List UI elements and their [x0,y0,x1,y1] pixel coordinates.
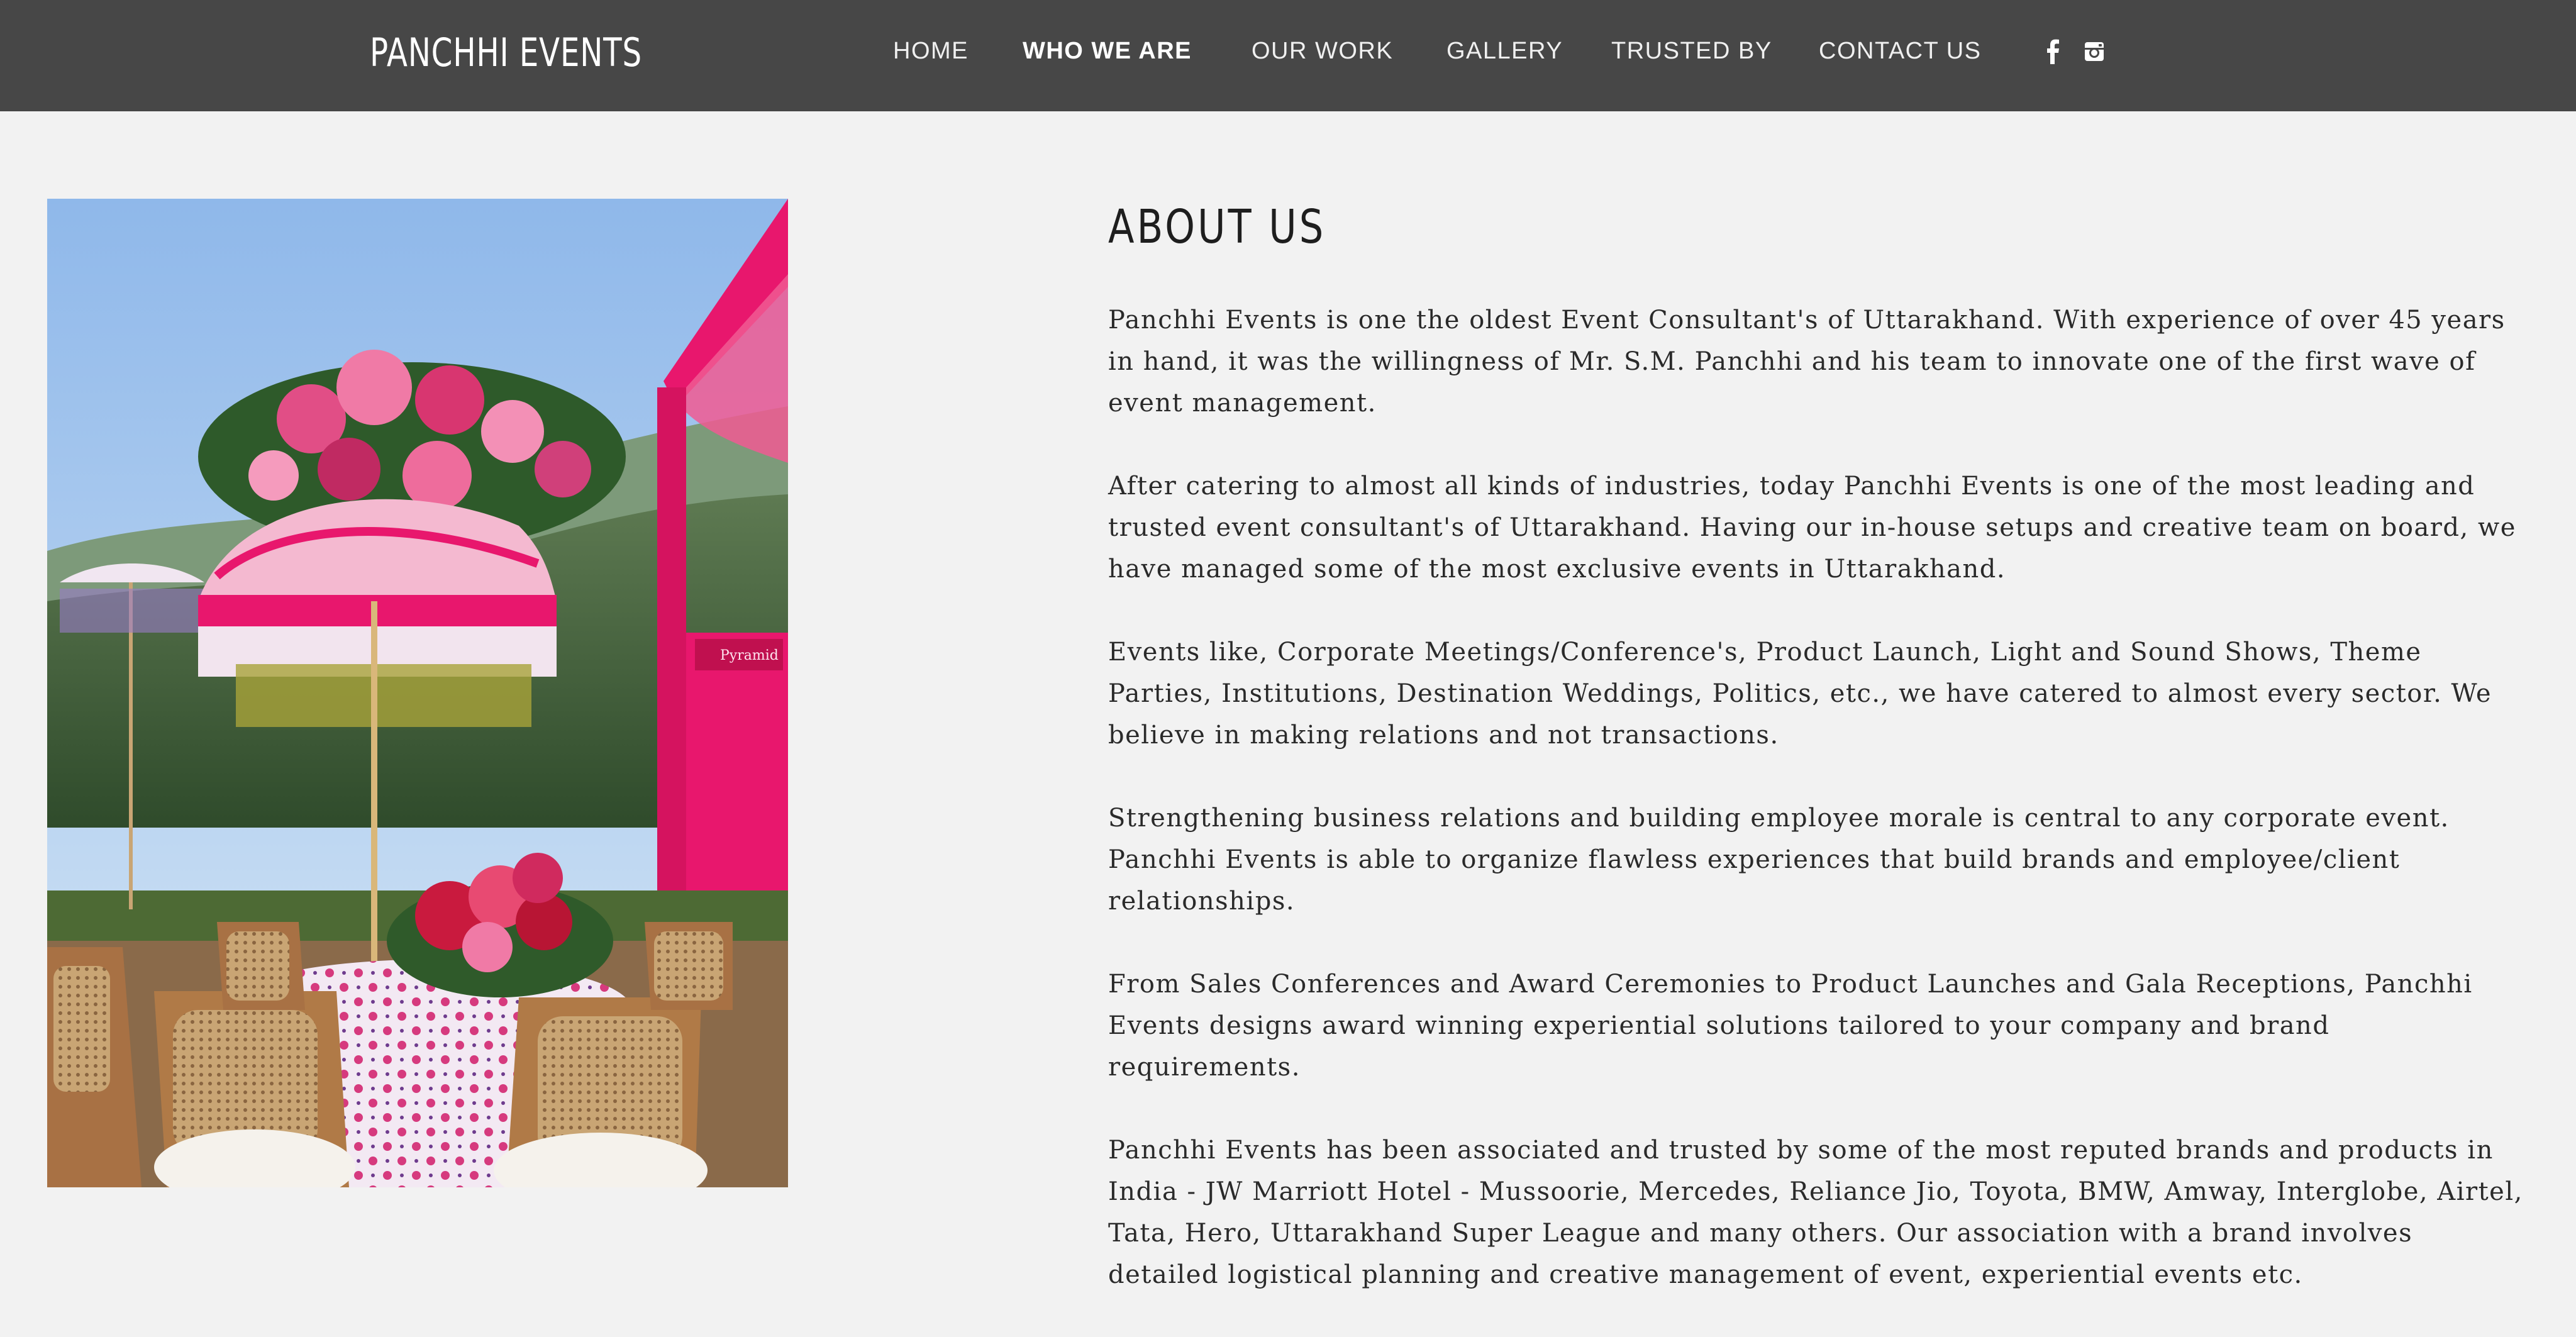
svg-text:Pyramid: Pyramid [720,648,779,663]
facebook-icon[interactable] [2041,38,2066,65]
about-paragraph-industries: After catering to almost all kinds of in… [1108,472,2516,584]
about-paragraph-clients: Panchhi Events has been associated and t… [1108,1136,2523,1289]
nav-gallery[interactable]: GALLERY [1446,35,1563,67]
about-paragraph-events: Events like, Corporate Meetings/Conferen… [1108,638,2492,750]
brand-logo-text[interactable]: PANCHHI EVENTS [370,28,642,78]
event-table-setup-image: Pyramid [47,199,788,1187]
about-paragraph-corporate: Strengthening business relations and bui… [1108,804,2450,916]
about-paragraph-solutions: From Sales Conferences and Award Ceremon… [1108,970,2473,1082]
nav-who-we-are[interactable]: WHO WE ARE [1023,35,1192,67]
about-us-heading: ABOUT US [1108,200,1326,254]
instagram-icon[interactable] [2082,38,2107,65]
nav-contact-us[interactable]: CONTACT US [1819,35,1982,67]
nav-trusted-by[interactable]: TRUSTED BY [1611,35,1772,67]
nav-home[interactable]: HOME [893,35,969,67]
about-us-content: Panchhi Events is one the oldest Event C… [1108,299,2531,1337]
nav-our-work[interactable]: OUR WORK [1252,35,1393,67]
top-navigation-bar: PANCHHI EVENTS HOME WHO WE ARE OUR WORK … [0,0,2576,111]
about-paragraph-history: Panchhi Events is one the oldest Event C… [1108,306,2506,418]
